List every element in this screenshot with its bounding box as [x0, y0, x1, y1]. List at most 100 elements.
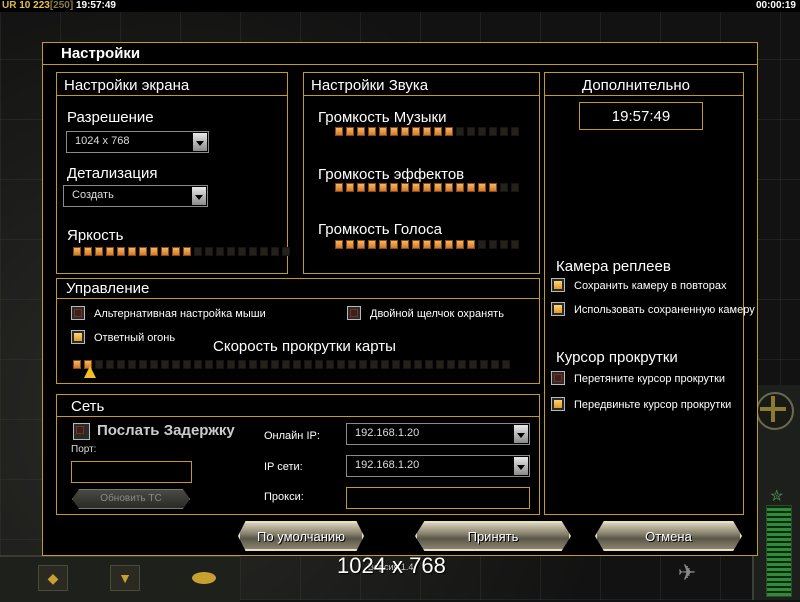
slider-segment[interactable]	[346, 183, 354, 192]
slider-segment[interactable]	[335, 183, 343, 192]
unit-command-icon[interactable]: ◆	[38, 565, 68, 591]
slider-thumb-icon[interactable]	[84, 366, 96, 378]
chevron-down-icon[interactable]	[514, 425, 528, 443]
return-fire-checkbox[interactable]	[71, 330, 85, 344]
detail-dropdown[interactable]: Создать	[63, 185, 208, 207]
slider-segment[interactable]	[500, 240, 508, 249]
save-camera-checkbox[interactable]	[551, 278, 565, 292]
chevron-down-icon[interactable]	[193, 133, 207, 151]
slider-segment[interactable]	[401, 127, 409, 136]
slider-segment[interactable]	[390, 127, 398, 136]
slider-segment[interactable]	[335, 127, 343, 136]
slider-segment[interactable]	[379, 240, 387, 249]
slider-segment[interactable]	[194, 360, 202, 369]
slider-segment[interactable]	[390, 240, 398, 249]
return-fire-label[interactable]: Ответный огонь	[94, 332, 175, 344]
slider-segment[interactable]	[412, 240, 420, 249]
slider-segment[interactable]	[249, 360, 257, 369]
slider-segment[interactable]	[511, 240, 519, 249]
proxy-input[interactable]	[346, 487, 530, 509]
slider-segment[interactable]	[95, 247, 103, 256]
slider-segment[interactable]	[227, 247, 235, 256]
chevron-down-icon[interactable]	[514, 457, 528, 475]
slider-segment[interactable]	[183, 247, 191, 256]
slider-segment[interactable]	[357, 240, 365, 249]
slider-segment[interactable]	[216, 247, 224, 256]
slider-segment[interactable]	[172, 247, 180, 256]
slider-segment[interactable]	[469, 360, 477, 369]
alt-mouse-checkbox[interactable]	[71, 306, 85, 320]
slider-segment[interactable]	[227, 360, 235, 369]
slider-segment[interactable]	[315, 360, 323, 369]
slider-segment[interactable]	[414, 360, 422, 369]
drag-cursor-label[interactable]: Перетяните курсор прокрутки	[574, 373, 725, 385]
slider-segment[interactable]	[346, 240, 354, 249]
slider-segment[interactable]	[139, 360, 147, 369]
use-saved-camera-checkbox[interactable]	[551, 302, 565, 316]
slider-segment[interactable]	[467, 240, 475, 249]
cancel-button[interactable]: Отмена	[595, 521, 742, 551]
slider-segment[interactable]	[73, 247, 81, 256]
slider-segment[interactable]	[282, 247, 290, 256]
slider-segment[interactable]	[348, 360, 356, 369]
send-delay-label[interactable]: Послать Задержку	[97, 422, 235, 439]
slider-segment[interactable]	[368, 127, 376, 136]
double-click-label[interactable]: Двойной щелчок охранять	[370, 308, 504, 320]
slider-segment[interactable]	[335, 240, 343, 249]
port-input[interactable]	[71, 461, 192, 483]
slider-segment[interactable]	[403, 360, 411, 369]
slider-segment[interactable]	[456, 240, 464, 249]
slider-segment[interactable]	[436, 360, 444, 369]
slider-segment[interactable]	[478, 240, 486, 249]
slider-segment[interactable]	[423, 183, 431, 192]
slider-segment[interactable]	[379, 183, 387, 192]
slider-segment[interactable]	[381, 360, 389, 369]
slider-segment[interactable]	[445, 127, 453, 136]
chat-icon[interactable]	[192, 572, 216, 584]
slider-segment[interactable]	[489, 127, 497, 136]
slider-segment[interactable]	[249, 247, 257, 256]
slider-segment[interactable]	[511, 127, 519, 136]
slider-segment[interactable]	[161, 247, 169, 256]
slider-segment[interactable]	[139, 247, 147, 256]
slider-segment[interactable]	[434, 183, 442, 192]
slider-segment[interactable]	[445, 240, 453, 249]
double-click-checkbox[interactable]	[347, 306, 361, 320]
slider-segment[interactable]	[392, 360, 400, 369]
slider-segment[interactable]	[260, 247, 268, 256]
slider-segment[interactable]	[128, 247, 136, 256]
slider-segment[interactable]	[84, 247, 92, 256]
radar-icon[interactable]	[756, 392, 794, 430]
slider-segment[interactable]	[456, 183, 464, 192]
move-cursor-label[interactable]: Передвиньте курсор прокрутки	[574, 399, 731, 411]
slider-segment[interactable]	[489, 183, 497, 192]
slider-segment[interactable]	[368, 183, 376, 192]
slider-segment[interactable]	[434, 240, 442, 249]
slider-segment[interactable]	[423, 240, 431, 249]
slider-segment[interactable]	[401, 183, 409, 192]
slider-segment[interactable]	[326, 360, 334, 369]
move-cursor-radio[interactable]	[551, 397, 565, 411]
slider-segment[interactable]	[238, 360, 246, 369]
defaults-button[interactable]: По умолчанию	[238, 521, 364, 551]
save-camera-label[interactable]: Сохранить камеру в повторах	[574, 280, 726, 292]
slider-segment[interactable]	[304, 360, 312, 369]
slider-segment[interactable]	[370, 360, 378, 369]
slider-segment[interactable]	[150, 247, 158, 256]
slider-segment[interactable]	[390, 183, 398, 192]
faction-emblem-icon[interactable]: ▼	[110, 565, 140, 591]
chevron-down-icon[interactable]	[192, 187, 206, 205]
slider-segment[interactable]	[456, 127, 464, 136]
slider-segment[interactable]	[412, 127, 420, 136]
slider-segment[interactable]	[379, 127, 387, 136]
send-delay-checkbox[interactable]	[73, 423, 90, 440]
slider-segment[interactable]	[183, 360, 191, 369]
use-saved-camera-label[interactable]: Использовать сохраненную камеру	[574, 304, 755, 316]
slider-segment[interactable]	[500, 183, 508, 192]
lan-ip-dropdown[interactable]: 192.168.1.20	[346, 455, 530, 477]
slider-segment[interactable]	[478, 127, 486, 136]
slider-segment[interactable]	[467, 183, 475, 192]
slider-segment[interactable]	[357, 127, 365, 136]
slider-segment[interactable]	[106, 360, 114, 369]
slider-segment[interactable]	[282, 360, 290, 369]
